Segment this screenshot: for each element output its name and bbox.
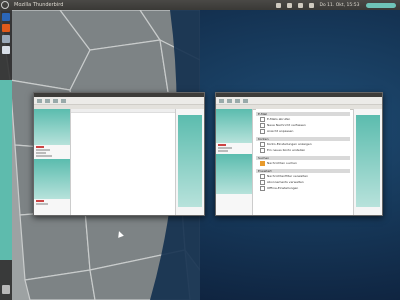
folder-item[interactable]: [36, 152, 46, 154]
teal-window-edge: [0, 80, 12, 260]
folder-item[interactable]: [36, 146, 44, 148]
folder-item[interactable]: [36, 200, 44, 202]
folder-item[interactable]: [36, 149, 50, 151]
bluetooth-icon[interactable]: [297, 2, 303, 8]
volume-icon[interactable]: [308, 2, 314, 8]
address-book-icon[interactable]: [53, 98, 58, 103]
trash-icon[interactable]: [2, 285, 10, 294]
search-icon: [260, 160, 265, 166]
search-messages-row[interactable]: Nachrichten suchen: [256, 160, 350, 166]
filter-icon: [260, 173, 265, 179]
thunderbird-icon[interactable]: [2, 13, 10, 21]
toolbar: [216, 97, 382, 105]
tag-icon[interactable]: [243, 98, 248, 103]
account-central: E-Mail E-Mails abrufen Neue Nachricht ve…: [256, 109, 350, 215]
pencil-icon: [260, 122, 265, 128]
message-pane: [71, 109, 175, 215]
folder-pane: [216, 109, 253, 215]
download-icon: [260, 116, 265, 122]
toolbar: [34, 97, 204, 105]
active-app-title: Mozilla Thunderbird: [14, 2, 64, 8]
offline-icon: [260, 185, 265, 191]
subscribe-icon: [260, 179, 265, 185]
folder-tree-block: [216, 154, 252, 194]
folder-tree-block: [34, 159, 70, 199]
sidebar-pane: [353, 109, 382, 215]
calendar-block: [356, 115, 380, 207]
customize-view-row[interactable]: Ansicht anpassen: [256, 128, 350, 134]
close-icon[interactable]: [0, 0, 10, 10]
tag-icon[interactable]: [61, 98, 66, 103]
write-icon[interactable]: [45, 98, 50, 103]
view-icon: [260, 128, 265, 134]
address-book-icon[interactable]: [235, 98, 240, 103]
folder-item[interactable]: [218, 144, 226, 146]
write-icon[interactable]: [227, 98, 232, 103]
new-account-row[interactable]: Ein neues Konto erstellen: [256, 147, 350, 153]
settings-icon: [260, 141, 265, 147]
folder-tree-block: [34, 109, 70, 145]
folder-tree-block: [216, 109, 252, 143]
thunderbird-window-right[interactable]: E-Mail E-Mails abrufen Neue Nachricht ve…: [215, 92, 383, 216]
mail-indicator-icon[interactable]: [275, 2, 281, 8]
network-icon[interactable]: [286, 2, 292, 8]
user-menu[interactable]: username: [365, 2, 396, 8]
calendar-block: [178, 115, 202, 207]
folder-item[interactable]: [36, 155, 52, 157]
message-list-header: [71, 109, 175, 113]
firefox-icon[interactable]: [2, 24, 10, 32]
folder-item[interactable]: [218, 147, 232, 149]
offline-settings-row[interactable]: Offline-Einstellungen: [256, 185, 350, 191]
files-icon[interactable]: [2, 35, 10, 43]
get-mail-icon[interactable]: [37, 98, 42, 103]
sidebar-pane: [175, 109, 204, 215]
document-icon[interactable]: [2, 46, 10, 54]
top-panel: Mozilla Thunderbird Do 11. Okt, 15:53 us…: [0, 0, 400, 10]
clock[interactable]: Do 11. Okt, 15:53: [320, 3, 360, 8]
system-tray: Do 11. Okt, 15:53 username: [275, 2, 400, 8]
folder-item[interactable]: [36, 203, 48, 205]
thunderbird-window-left[interactable]: [33, 92, 205, 216]
folder-pane: [34, 109, 71, 215]
folder-item[interactable]: [218, 150, 228, 152]
get-mail-icon[interactable]: [219, 98, 224, 103]
new-account-icon: [260, 147, 265, 153]
